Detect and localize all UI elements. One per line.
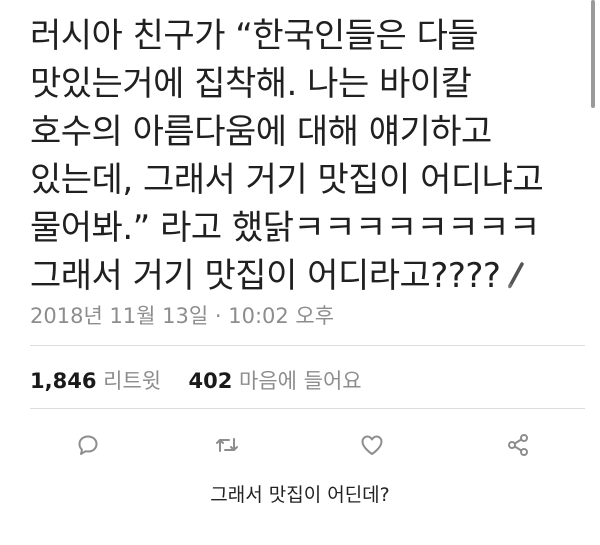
tweet-actions	[0, 430, 600, 460]
tweet-line: 그래서 거기 맛집이 어디라고????	[30, 256, 501, 296]
tweet-line: 맛있는거에 집착해. 나는 바이칼	[30, 64, 472, 104]
like-icon[interactable]	[357, 430, 387, 460]
retweet-icon[interactable]	[212, 430, 242, 460]
like-count[interactable]: 402	[188, 369, 232, 393]
divider	[30, 345, 585, 346]
retweet-count[interactable]: 1,846	[30, 369, 96, 393]
tweet-timestamp[interactable]: 2018년 11월 13일 · 10:02 오후	[30, 300, 334, 330]
divider	[30, 408, 585, 409]
tweet-line: 호수의 아름다움에 대해 얘기하고	[30, 112, 492, 152]
retweet-label[interactable]: 리트윗	[103, 369, 161, 393]
tweet-line: 물어봐.” 라고 했닭ㅋㅋㅋㅋㅋㅋㅋㅋ	[30, 208, 540, 248]
caption: 그래서 맛집이 어딘데?	[210, 484, 390, 506]
tweet-last-line: 그래서 거기 맛집이 어디라고????	[30, 252, 580, 300]
scrollbar[interactable]	[591, 0, 595, 108]
like-label[interactable]: 마음에 들어요	[239, 369, 362, 393]
tweet-stats: 1,846 리트윗 402 마음에 들어요	[30, 365, 362, 395]
pencil-icon	[506, 254, 526, 302]
reply-icon[interactable]	[73, 430, 103, 460]
tweet-line: 러시아 친구가 “한국인들은 다들	[30, 16, 479, 56]
tweet-text: 러시아 친구가 “한국인들은 다들 맛있는거에 집착해. 나는 바이칼 호수의 …	[30, 12, 580, 300]
share-icon[interactable]	[503, 430, 533, 460]
tweet-line: 있는데, 그래서 거기 맛집이 어디냐고	[30, 160, 544, 200]
